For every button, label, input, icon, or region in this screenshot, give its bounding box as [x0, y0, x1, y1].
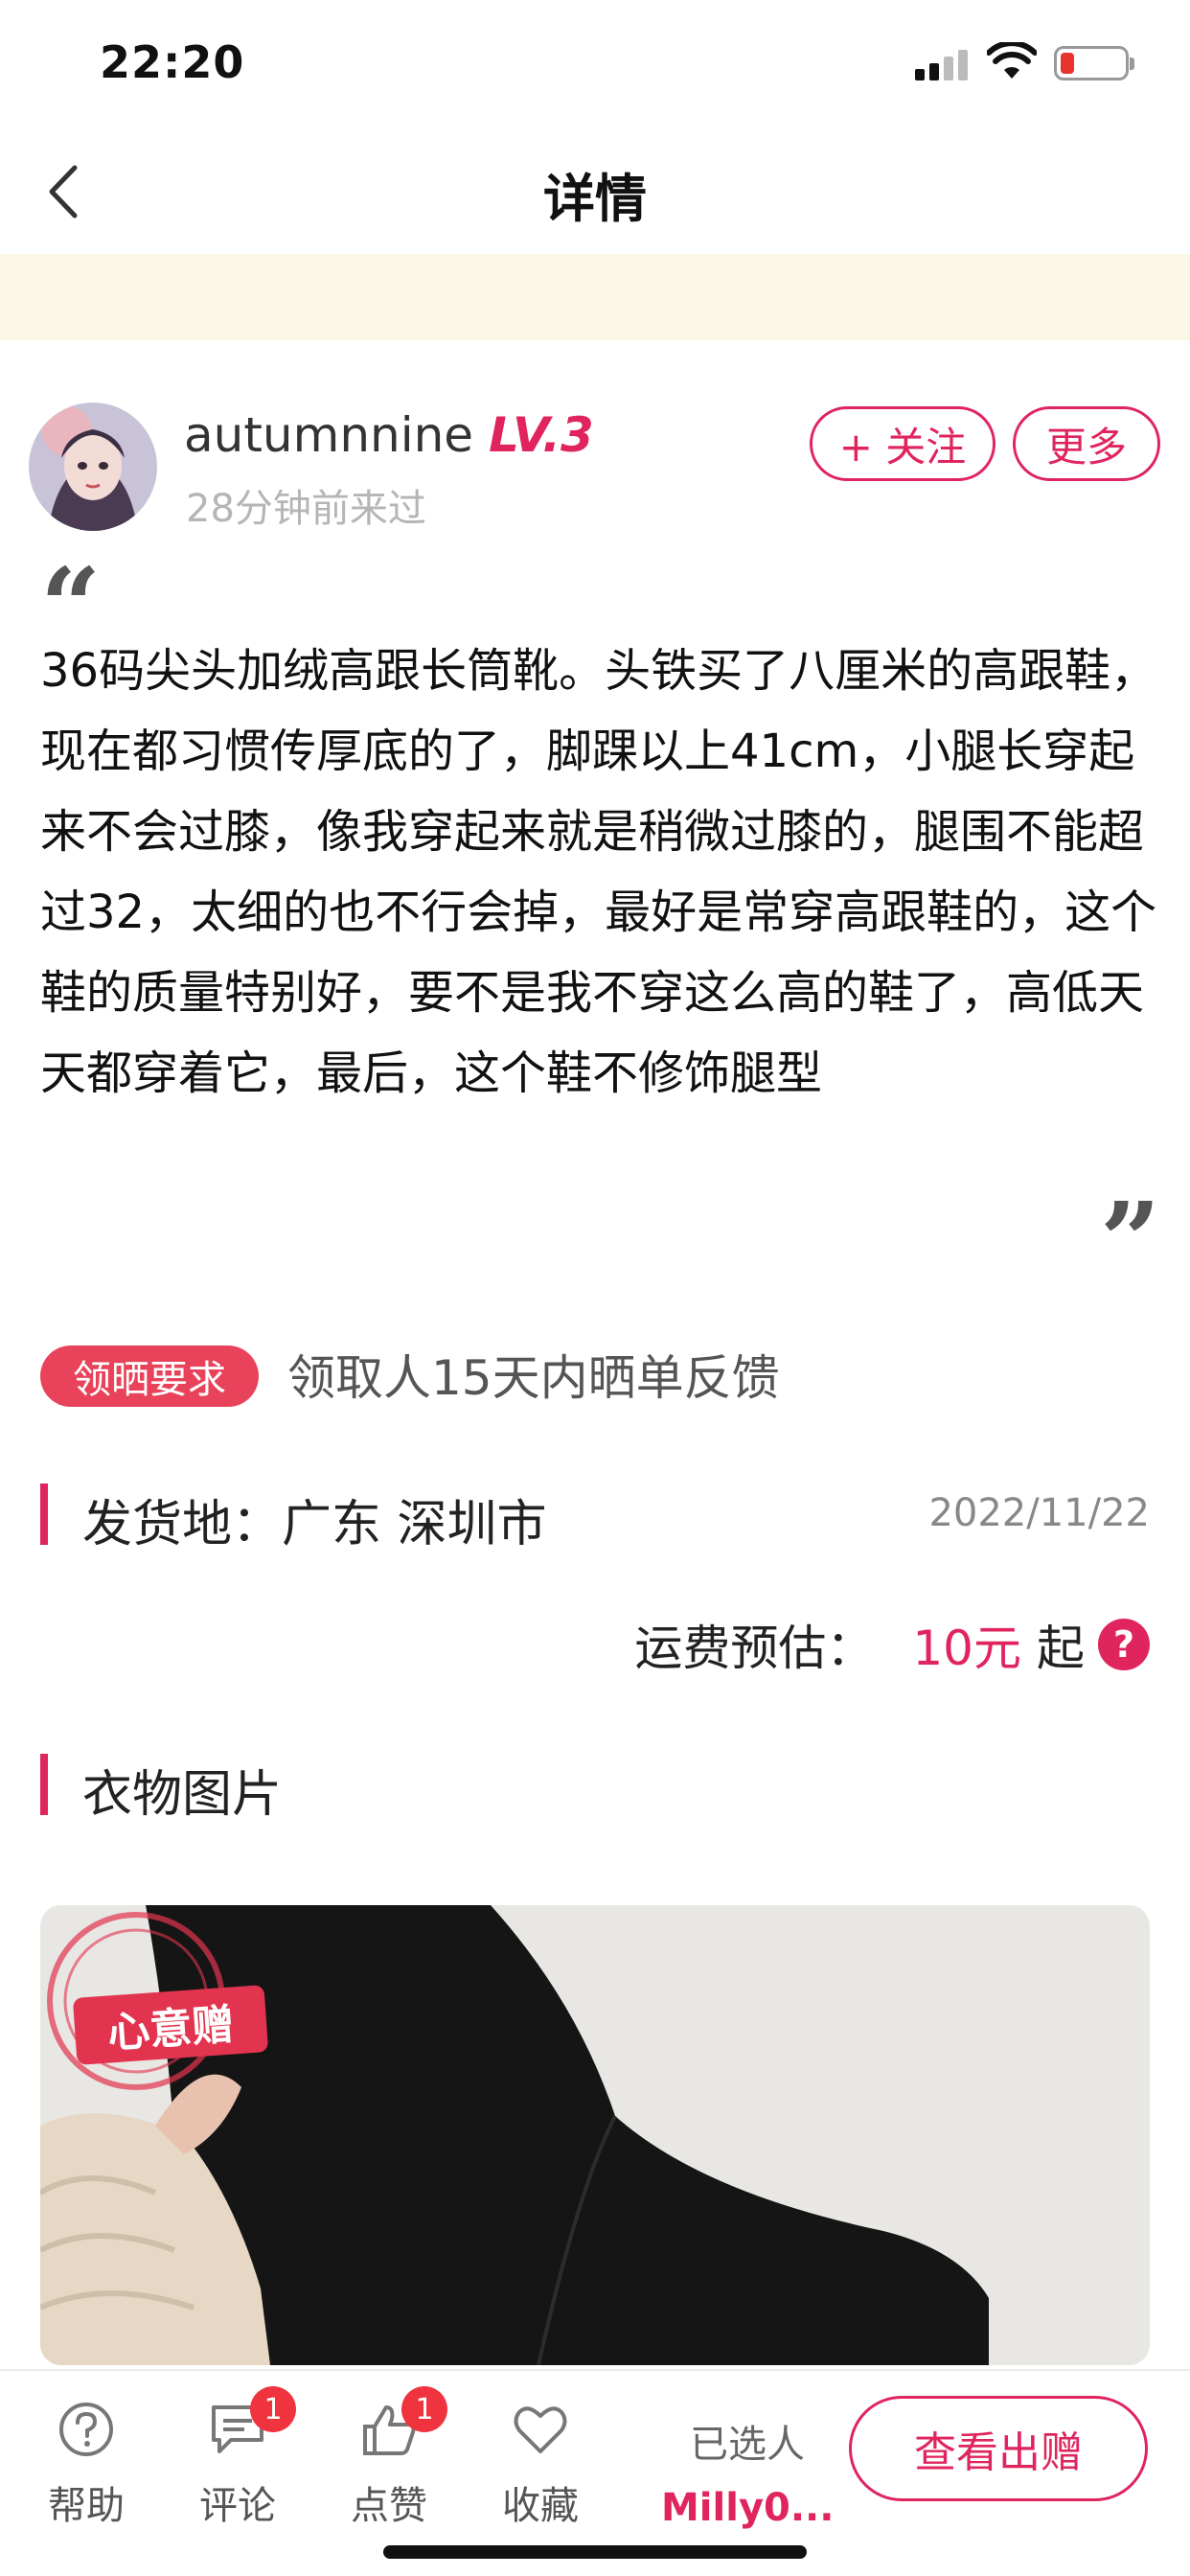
- comment-label: 评论: [199, 2484, 276, 2528]
- section-marker: [40, 1484, 48, 1545]
- last-seen: 28分钟前来过: [186, 487, 426, 531]
- requirement-badge: 领晒要求: [40, 1346, 259, 1407]
- stamp-label: 心意赠: [72, 1985, 269, 2065]
- wifi-icon: [987, 42, 1037, 79]
- avatar[interactable]: [29, 402, 157, 531]
- post-date: 2022/11/22: [928, 1491, 1150, 1535]
- shipping-help-icon[interactable]: ?: [1098, 1619, 1150, 1670]
- favorite-label: 收藏: [502, 2484, 579, 2528]
- heart-icon: [514, 2406, 567, 2453]
- username-text: autumnnine: [184, 407, 474, 463]
- photos-title: 衣物图片: [82, 1766, 283, 1824]
- notice-strip: [0, 254, 1190, 340]
- selected-label: 已选人: [690, 2423, 805, 2467]
- username: autumnnine LV.3: [184, 407, 594, 463]
- view-gift-button[interactable]: 查看出赠: [849, 2396, 1148, 2501]
- signal-icon: [915, 48, 969, 80]
- like-tab[interactable]: 1 点赞: [332, 2386, 447, 2530]
- nav-bar: 详情: [0, 129, 1190, 254]
- comment-icon-wrap: 1: [208, 2386, 296, 2459]
- status-time: 22:20: [100, 36, 245, 88]
- requirement-text: 领取人15天内晒单反馈: [287, 1350, 780, 1406]
- close-quote-icon: ”: [1100, 1179, 1161, 1302]
- bottom-action-bar: 帮助 1 评论 1 点赞 收藏 已选人 Milly0... 查看出赠: [0, 2369, 1190, 2576]
- selected-recipient: 已选人 Milly0...: [661, 2413, 834, 2530]
- shipping-origin: 发货地：广东 深圳市: [82, 1496, 547, 1553]
- favorite-tab[interactable]: 收藏: [483, 2400, 598, 2530]
- status-bar: 22:20: [0, 0, 1190, 129]
- help-icon: [59, 2403, 113, 2456]
- user-level: LV.3: [489, 407, 594, 463]
- like-icon-wrap: 1: [359, 2386, 447, 2459]
- help-label: 帮助: [48, 2484, 125, 2528]
- page-title: 详情: [543, 169, 647, 229]
- follow-button[interactable]: + 关注: [810, 406, 995, 481]
- help-tab[interactable]: 帮助: [29, 2400, 144, 2530]
- comment-tab[interactable]: 1 评论: [180, 2386, 296, 2530]
- more-button[interactable]: 更多: [1013, 406, 1160, 481]
- like-count-badge: 1: [401, 2386, 447, 2432]
- battery-icon: [1054, 46, 1134, 80]
- comment-count-badge: 1: [250, 2386, 296, 2432]
- post-description: 36码尖头加绒高跟长筒靴。头铁买了八厘米的高跟鞋，现在都习惯传厚底的了，脚踝以上…: [40, 644, 1157, 1100]
- section-marker: [40, 1754, 48, 1815]
- shipping-label: 运费预估：: [634, 1621, 875, 1676]
- like-label: 点赞: [351, 2484, 427, 2528]
- shipping-suffix: 起: [1037, 1621, 1085, 1676]
- home-indicator: [383, 2545, 807, 2559]
- selected-name: Milly0...: [661, 2486, 835, 2530]
- shipping-price: 10元: [912, 1621, 1021, 1676]
- clothing-photo[interactable]: 心意赠: [40, 1905, 1150, 2365]
- shipping-estimate: 运费预估： 10元 起 ?: [634, 1610, 1150, 1679]
